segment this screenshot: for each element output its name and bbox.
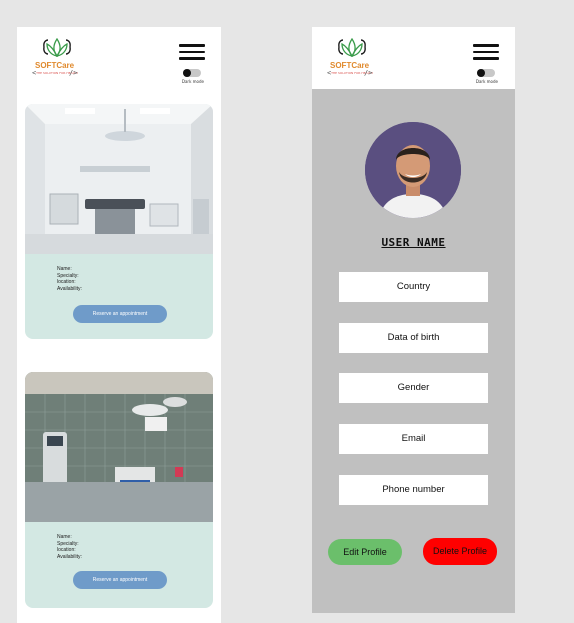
- gender-field[interactable]: Gender: [339, 373, 488, 403]
- dark-mode-label: Dark mode: [181, 79, 204, 84]
- operating-room-photo: [25, 372, 213, 522]
- lotus-icon: [43, 37, 71, 58]
- avatar[interactable]: [365, 122, 461, 218]
- bracket-right: />: [364, 69, 373, 77]
- availability-label: Availability:: [57, 285, 82, 292]
- country-field[interactable]: Country: [339, 272, 488, 302]
- doctor-info: Name: Specialty: location: Availability:: [57, 534, 82, 560]
- dark-mode-toggle[interactable]: [477, 69, 495, 77]
- softcare-logo[interactable]: SOFTCare < THE SOLUTION FOR HEALTH />: [326, 37, 378, 83]
- doctor-card: Name: Specialty: location: Availability:…: [25, 372, 213, 608]
- app-header: SOFTCare < THE SOLUTION FOR HEALTH /> Da…: [17, 27, 221, 89]
- hamburger-menu-icon[interactable]: [179, 44, 205, 60]
- date-of-birth-field[interactable]: Data of birth: [339, 323, 488, 353]
- availability-label: Availability:: [57, 553, 82, 560]
- lotus-icon: [338, 37, 366, 58]
- toggle-knob: [477, 69, 485, 77]
- toggle-knob: [183, 69, 191, 77]
- profile-panel: USER NAME Country Data of birth Gender E…: [312, 89, 515, 613]
- delete-profile-button[interactable]: Delete Profile: [423, 538, 497, 565]
- dark-mode-label: Dark mode: [475, 79, 498, 84]
- edit-profile-button[interactable]: Edit Profile: [328, 539, 402, 565]
- doctor-info: Name: Specialty: location: Availability:: [57, 266, 82, 292]
- softcare-logo[interactable]: SOFTCare < THE SOLUTION FOR HEALTH />: [31, 37, 83, 83]
- hospital-room-photo: [25, 104, 213, 254]
- profile-screen: SOFTCare < THE SOLUTION FOR HEALTH /> Da…: [312, 27, 515, 613]
- hamburger-menu-icon[interactable]: [473, 44, 499, 60]
- reserve-appointment-button[interactable]: Reserve an appointment: [73, 305, 167, 323]
- app-header: SOFTCare < THE SOLUTION FOR HEALTH /> Da…: [312, 27, 515, 89]
- phone-number-field[interactable]: Phone number: [339, 475, 488, 505]
- doctors-list-screen: SOFTCare < THE SOLUTION FOR HEALTH /> Da…: [17, 27, 221, 623]
- user-photo: [365, 122, 461, 218]
- bracket-right: />: [69, 69, 78, 77]
- reserve-appointment-button[interactable]: Reserve an appointment: [73, 571, 167, 589]
- dark-mode-toggle[interactable]: [183, 69, 201, 77]
- doctor-card: Name: Specialty: location: Availability:…: [25, 104, 213, 339]
- user-name-heading: USER NAME: [381, 236, 446, 249]
- email-field[interactable]: Email: [339, 424, 488, 454]
